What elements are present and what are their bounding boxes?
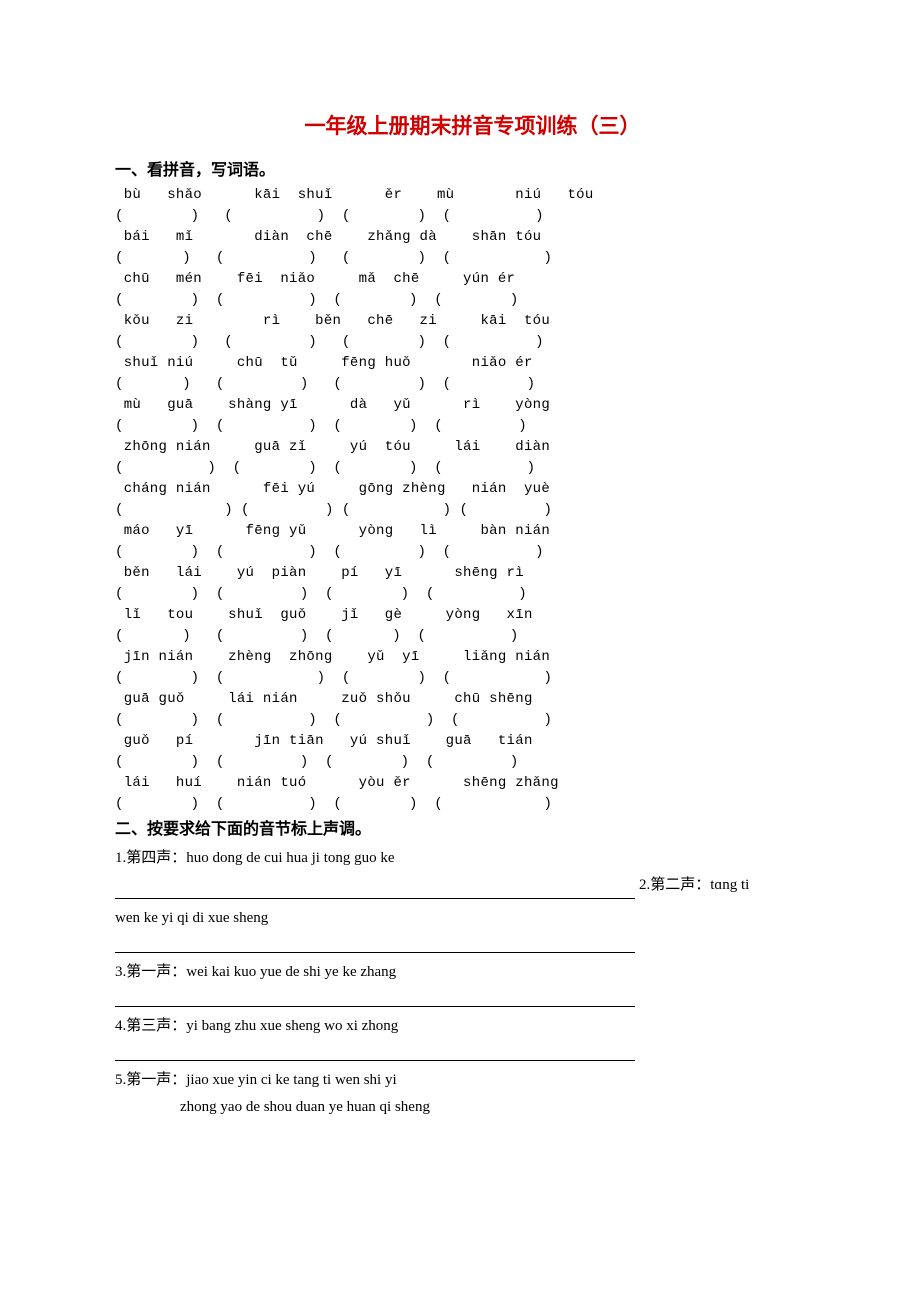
answer-row[interactable]: ( ) ( ) ( ) ( ) <box>115 500 830 521</box>
q5-line1: 5.第一声：jiao xue yin ci ke tang ti wen shi… <box>115 1067 830 1094</box>
pinyin-row: máo yī fēng yǔ yòng lì bàn nián <box>115 521 830 542</box>
section1-content: bù shǎo kāi shuǐ ěr mù niú tóu( ) ( ) ( … <box>115 185 830 815</box>
answer-row[interactable]: ( ) ( ) ( ) ( ) <box>115 752 830 773</box>
pinyin-row: mù guā shàng yī dà yǔ rì yòng <box>115 395 830 416</box>
answer-row[interactable]: ( ) ( ) ( ) ( ) <box>115 794 830 815</box>
pinyin-row: chū mén fēi niǎo mǎ chē yún ér <box>115 269 830 290</box>
pinyin-row: guǒ pí jīn tiān yú shuǐ guā tián <box>115 731 830 752</box>
page-title: 一年级上册期末拼音专项训练（三） <box>115 110 830 144</box>
q1-text: 1.第四声：huo dong de cui hua ji tong guo ke <box>115 845 830 872</box>
section2-heading: 二、按要求给下面的音节标上声调。 <box>115 817 830 843</box>
answer-row[interactable]: ( ) ( ) ( ) ( ) <box>115 206 830 227</box>
pinyin-row: zhōng nián guā zǐ yú tóu lái diàn <box>115 437 830 458</box>
answer-row[interactable]: ( ) ( ) ( ) ( ) <box>115 542 830 563</box>
answer-row[interactable]: ( ) ( ) ( ) ( ) <box>115 416 830 437</box>
pinyin-row: běn lái yú piàn pí yī shēng rì <box>115 563 830 584</box>
pinyin-row: bù shǎo kāi shuǐ ěr mù niú tóu <box>115 185 830 206</box>
q2-answer-line[interactable] <box>115 934 635 953</box>
answer-row[interactable]: ( ) ( ) ( ) ( ) <box>115 248 830 269</box>
q2-line2: wen ke yi qi di xue sheng <box>115 905 830 932</box>
answer-row[interactable]: ( ) ( ) ( ) ( ) <box>115 710 830 731</box>
answer-row[interactable]: ( ) ( ) ( ) ( ) <box>115 332 830 353</box>
q1-answer-line[interactable] <box>115 880 635 899</box>
pinyin-row: cháng nián fēi yú gōng zhèng nián yuè <box>115 479 830 500</box>
pinyin-row: lái huí nián tuó yòu ěr shēng zhǎng <box>115 773 830 794</box>
q5-line2: zhong yao de shou duan ye huan qi sheng <box>180 1094 830 1121</box>
answer-row[interactable]: ( ) ( ) ( ) ( ) <box>115 374 830 395</box>
answer-row[interactable]: ( ) ( ) ( ) ( ) <box>115 290 830 311</box>
q3-text: 3.第一声：wei kai kuo yue de shi ye ke zhang <box>115 959 830 986</box>
q3-answer-line[interactable] <box>115 988 635 1007</box>
q2-text: 2.第二声：tɑng ti <box>639 872 749 899</box>
pinyin-row: bái mǐ diàn chē zhǎng dà shān tóu <box>115 227 830 248</box>
pinyin-row: shuǐ niú chū tǔ fēng huǒ niǎo ér <box>115 353 830 374</box>
q4-answer-line[interactable] <box>115 1042 635 1061</box>
section1-heading: 一、看拼音，写词语。 <box>115 158 830 184</box>
answer-row[interactable]: ( ) ( ) ( ) ( ) <box>115 458 830 479</box>
pinyin-row: lǐ tou shuǐ guǒ jǐ gè yòng xīn <box>115 605 830 626</box>
answer-row[interactable]: ( ) ( ) ( ) ( ) <box>115 584 830 605</box>
pinyin-row: kǒu zi rì běn chē zi kāi tóu <box>115 311 830 332</box>
pinyin-row: jīn nián zhèng zhōng yǔ yī liǎng nián <box>115 647 830 668</box>
answer-row[interactable]: ( ) ( ) ( ) ( ) <box>115 668 830 689</box>
q4-text: 4.第三声：yi bang zhu xue sheng wo xi zhong <box>115 1013 830 1040</box>
pinyin-row: guā guǒ lái nián zuǒ shǒu chū shēng <box>115 689 830 710</box>
answer-row[interactable]: ( ) ( ) ( ) ( ) <box>115 626 830 647</box>
